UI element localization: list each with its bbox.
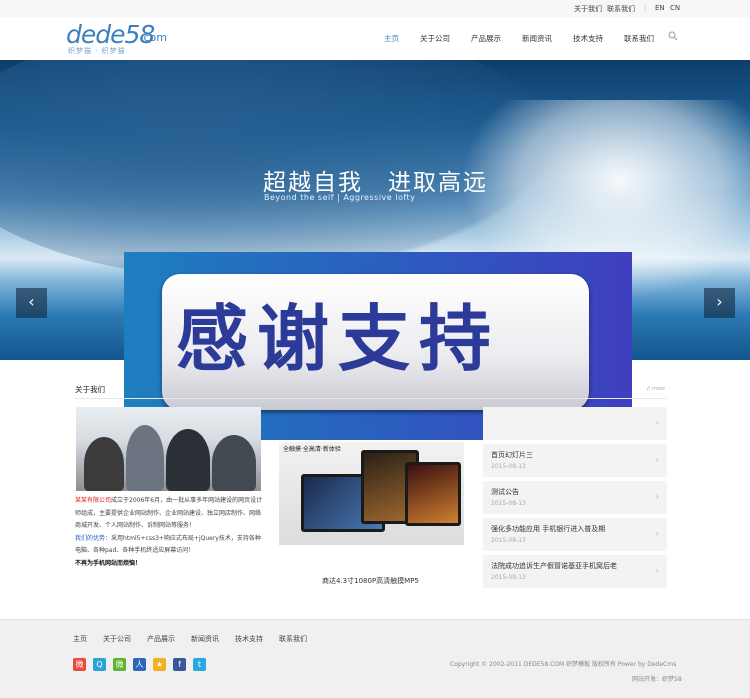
nav-item-about[interactable]: 关于公司 [420,33,450,44]
thanks-text: 感谢支持 [176,297,501,381]
slider-prev-button[interactable]: ‹ [16,288,47,318]
qq-weibo-icon[interactable]: Q [93,658,106,671]
about-photo [76,407,261,491]
top-link-about[interactable]: 关于我们 [574,4,602,14]
main-nav: 主页 关于公司 产品展示 新闻资讯 技术支持 联系我们 [384,31,678,44]
credit-text: 网站开发：织梦58 [632,676,682,683]
news-title: 测试公告 [491,488,519,496]
copyright-text: Copyright © 2002-2011 DEDE58.COM 织梦模板 版权… [450,661,677,668]
news-date: 2015-08-13 [491,500,526,507]
top-separator: | [644,4,647,12]
product-caption[interactable]: 商达4.3寸1080P高清触摸MP5 [322,576,419,586]
facebook-icon[interactable]: f [173,658,186,671]
search-icon[interactable] [668,31,678,41]
about-description: 某某有限公司成立于2006年6月，由一批从事多年网站建设的网页设计师组成，主要提… [75,495,265,570]
company-name: 某某有限公司 [75,497,112,504]
chevron-right-icon: › [655,529,659,538]
nav-item-contact[interactable]: 联系我们 [624,33,654,44]
news-date: 2015-08-13 [491,537,526,544]
news-list: › 首页幻灯片三 2015-08-13 › 测试公告 2015-08-13 › 强化多功… [483,407,667,592]
header: dede58 .com 织梦猫 · 织梦猫 主页 关于公司 产品展示 新闻资讯 … [0,17,750,60]
news-item[interactable]: 首页幻灯片三 2015-08-13 › [483,444,667,477]
about-tagline: 不再为手机网站而烦恼！ [75,559,142,567]
footer-link-products[interactable]: 产品展示 [147,634,175,644]
advantage-label: 我们的优势： [75,534,112,542]
social-icons: 微 Q 微人 ★ f t [73,658,206,671]
nav-item-news[interactable]: 新闻资讯 [522,33,552,44]
top-link-contact[interactable]: 联系我们 [607,4,635,14]
news-date: 2015-08-13 [491,463,526,470]
top-bar: 关于我们 联系我们 | EN CN [0,0,750,17]
nav-item-products[interactable]: 产品展示 [471,33,501,44]
product-tag: 全触摸·全高清·新体验 [283,446,341,453]
slider-next-button[interactable]: › [704,288,735,318]
footer-nav: 主页 关于公司 产品展示 新闻资讯 技术支持 联系我们 [73,634,323,644]
wechat-icon[interactable]: 微 [113,658,126,671]
chevron-right-icon: › [655,418,659,427]
logo-sub: 织梦猫 · 织梦猫 [68,47,126,55]
hero-title: 超越自我 进取高远 [263,170,488,196]
news-date: 2015-08-13 [491,574,526,581]
nav-item-home[interactable]: 主页 [384,33,399,44]
nav-item-support[interactable]: 技术支持 [573,33,603,44]
device-back [405,462,461,526]
news-title: 强化多功能应用 手机银行进入普及期 [491,525,606,533]
more-link[interactable]: // more [647,386,665,392]
chevron-right-icon: › [655,455,659,464]
news-item[interactable]: 法院成功追诉生产假冒诺基亚手机窝后老 2015-08-13 › [483,555,667,588]
product-image[interactable]: 全触摸·全高清·新体验 [279,442,464,545]
news-item[interactable]: 强化多功能应用 手机银行进入普及期 2015-08-13 › [483,518,667,551]
footer-link-about[interactable]: 关于公司 [103,634,131,644]
footer-link-support[interactable]: 技术支持 [235,634,263,644]
news-item[interactable]: › [483,407,667,440]
footer-link-home[interactable]: 主页 [73,634,87,644]
star-icon[interactable]: ★ [153,658,166,671]
renren-icon[interactable]: 人 [133,658,146,671]
twitter-icon[interactable]: t [193,658,206,671]
news-title: 法院成功追诉生产假冒诺基亚手机窝后老 [491,562,617,570]
footer: 主页 关于公司 产品展示 新闻资讯 技术支持 联系我们 微 Q 微人 ★ f t Copy… [0,619,750,698]
footer-link-contact[interactable]: 联系我们 [279,634,307,644]
news-title: 首页幻灯片三 [491,451,533,459]
footer-link-news[interactable]: 新闻资讯 [191,634,219,644]
lang-en-link[interactable]: EN [655,4,665,12]
divider [75,398,667,399]
section-title-about: 关于我们 [75,385,105,394]
hero-subtitle: Beyond the self | Aggressive lofty [264,193,416,202]
news-item[interactable]: 测试公告 2015-08-13 › [483,481,667,514]
logo[interactable]: dede58 .com 织梦猫 · 织梦猫 [66,20,186,56]
lang-cn-link[interactable]: CN [670,4,680,12]
logo-com: .com [140,31,167,44]
chevron-right-icon: › [655,492,659,501]
weibo-icon[interactable]: 微 [73,658,86,671]
chevron-right-icon: › [655,566,659,575]
